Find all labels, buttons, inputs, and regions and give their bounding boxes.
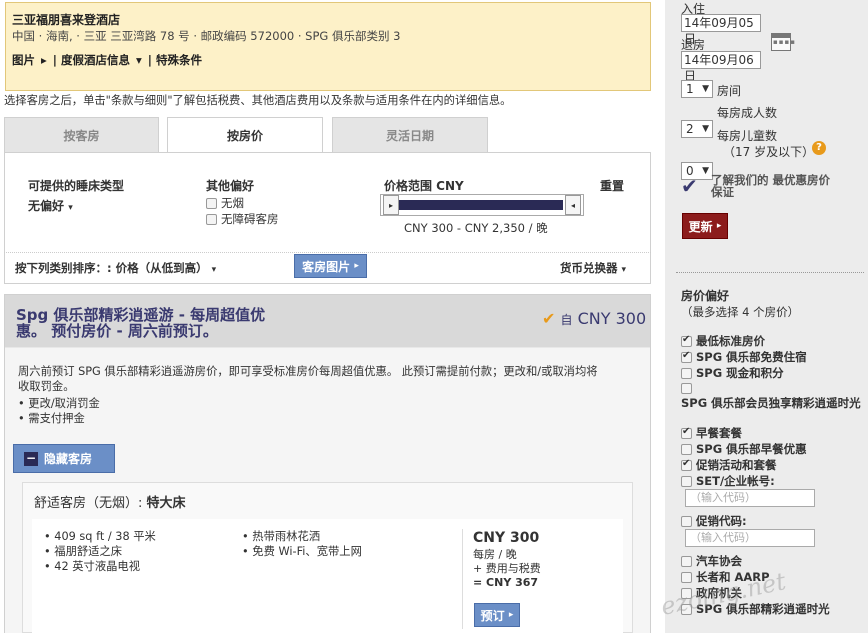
slider-fill <box>399 200 563 210</box>
checkbox[interactable] <box>681 334 692 347</box>
pref-lowest-standard[interactable]: 最低标准房价 <box>681 333 765 349</box>
checkbox[interactable] <box>681 458 692 471</box>
checkbox[interactable] <box>681 556 692 567</box>
pref-spg-member-escape[interactable]: SPG 俱乐部会员独享精彩逍遥时光 <box>681 381 866 411</box>
special-conditions-link[interactable]: 特殊条件 <box>156 53 202 67</box>
hotel-address: 中国 · 海南, · 三亚 三亚湾路 78 号 · 邮政编码 572000 · … <box>12 29 401 43</box>
currency-converter-dropdown[interactable]: 货币兑换器 ▾ <box>560 260 626 276</box>
hide-rooms-button[interactable]: − 隐藏客房 <box>13 444 115 473</box>
children-age-note: （17 岁及以下） <box>723 145 815 159</box>
bed-type-dropdown[interactable]: 无偏好 ▾ <box>28 197 73 214</box>
terms-notice: 选择客房之后，单击"条款与细则"了解包括税费、其他酒店费用以及条款与适用条件在内… <box>4 94 512 107</box>
checkout-date-input[interactable]: 14年09月06日 <box>681 51 761 83</box>
chevron-down-icon: ▾ <box>211 265 217 275</box>
checkbox[interactable] <box>681 516 692 527</box>
promo-code-input[interactable]: （输入代码） <box>685 529 815 547</box>
tab-by-room[interactable]: 按客房 <box>4 117 159 153</box>
slider-min-handle[interactable]: ▸ <box>383 195 399 215</box>
offer-bullet: • 需支付押金 <box>18 412 85 425</box>
pref-promo-code[interactable]: 促销代码: <box>681 513 747 529</box>
accessible-checkbox[interactable] <box>206 214 217 225</box>
checkbox[interactable] <box>681 426 692 439</box>
guarantee-check-icon: ✔ <box>681 174 698 198</box>
best-rate-guarantee-link[interactable]: 了解我们的 最优惠房价保证 <box>711 174 831 198</box>
checkbox[interactable] <box>681 444 692 455</box>
corporate-code-input[interactable]: （输入代码） <box>685 489 815 507</box>
room-features-col1: • 409 sq ft / 38 平米 • 福朋舒适之床 • 42 英寸液晶电视 <box>44 530 156 573</box>
resort-info-link[interactable]: 度假酒店信息 ▾ <box>61 53 142 67</box>
checkbox[interactable] <box>681 476 692 487</box>
reset-link[interactable]: 重置 <box>600 177 624 194</box>
arrow-right-icon: ▸ <box>508 610 514 620</box>
room-features-col2: • 热带雨林花洒 • 免费 Wi-Fi、宽带上网 <box>242 530 362 558</box>
rate-prefs-title: 房价偏好 <box>681 289 730 303</box>
adults-select[interactable]: 2 ▼ <box>681 120 713 138</box>
room-price-details: 每房 / 晚 + 费用与税费 = CNY 367 <box>473 548 541 589</box>
checkbox[interactable] <box>681 383 692 394</box>
offer-title: Spg 俱乐部精彩逍遥游 - 每周超值优 惠。 预付房价 - 周六前预订。 <box>16 306 266 340</box>
room-title: 舒适客房（无烟）: 特大床 <box>34 496 186 511</box>
bed-type-label: 可提供的睡床类型 <box>28 179 125 193</box>
rooms-select[interactable]: 1 ▼ <box>681 80 713 98</box>
divider <box>462 529 463 629</box>
rate-prefs-note: （最多选择 4 个房价） <box>681 305 800 319</box>
nonsmoking-checkbox[interactable] <box>206 198 217 209</box>
chevron-down-icon: ▾ <box>68 203 73 213</box>
photos-link[interactable]: 图片 ▸ <box>12 53 47 67</box>
help-icon[interactable]: ? <box>812 141 826 155</box>
checkmark-icon: ✔ <box>542 309 556 328</box>
checkin-date-input[interactable]: 14年09月05日 <box>681 14 761 46</box>
slider-max-handle[interactable]: ◂ <box>565 195 581 215</box>
price-range-label: 价格范围 CNY <box>384 179 464 193</box>
checkbox[interactable] <box>681 572 692 583</box>
price-range-text: CNY 300 - CNY 2,350 / 晚 <box>404 221 548 235</box>
arrow-right-icon: ▸ <box>354 261 359 271</box>
update-button[interactable]: 更新 ▸ <box>682 213 728 239</box>
divider <box>676 272 864 273</box>
pref-spg-free-night[interactable]: SPG 俱乐部免费住宿 <box>681 349 807 365</box>
pref-aaa[interactable]: 汽车协会 <box>681 553 742 569</box>
pref-accessible[interactable]: 无障碍客房 <box>206 211 279 227</box>
pref-nonsmoking[interactable]: 无烟 <box>206 195 244 211</box>
pref-corporate[interactable]: SET/企业帐号: <box>681 473 775 489</box>
tab-flexible-dates[interactable]: 灵活日期 <box>332 117 488 153</box>
children-label: 每房儿童数 <box>717 129 778 143</box>
offer-description: 周六前预订 SPG 俱乐部精彩逍遥游房价，即可享受标准房价每周超值优惠。 此预订… <box>18 364 638 426</box>
book-button[interactable]: 预订 ▸ <box>474 603 520 627</box>
tab-by-rate[interactable]: 按房价 <box>167 117 323 154</box>
pref-promotions[interactable]: 促销活动和套餐 <box>681 457 777 473</box>
other-prefs-label: 其他偏好 <box>206 179 255 193</box>
checkbox[interactable] <box>681 350 692 363</box>
room-photos-button[interactable]: 客房图片 ▸ <box>294 254 367 278</box>
chevron-down-icon: ▾ <box>621 265 627 275</box>
checkbox[interactable] <box>681 368 692 379</box>
rooms-label: 房间 <box>717 84 742 98</box>
price-range-slider[interactable]: ▸ ◂ <box>380 194 584 216</box>
adults-label: 每房成人数 <box>717 106 778 120</box>
pref-breakfast[interactable]: 早餐套餐 <box>681 425 742 441</box>
pref-spg-cash-points[interactable]: SPG 现金和积分 <box>681 365 784 381</box>
room-price: CNY 300 <box>473 530 540 546</box>
calendar-icon[interactable]: ▪▪▪▪ <box>771 33 795 51</box>
hotel-links: 图片 ▸ | 度假酒店信息 ▾ | 特殊条件 <box>12 53 202 67</box>
sort-dropdown[interactable]: 按下列类别排序：: 价格（从低到高） ▾ <box>15 260 216 276</box>
offer-bullet: • 更改/取消罚金 <box>18 397 100 410</box>
pref-spg-breakfast[interactable]: SPG 俱乐部早餐优惠 <box>681 441 807 457</box>
arrow-right-icon: ▸ <box>716 221 722 231</box>
offer-price: ✔ 自 CNY 300 <box>542 309 647 328</box>
hotel-name: 三亚福朋喜来登酒店 <box>12 13 121 27</box>
collapse-icon: − <box>24 450 38 466</box>
